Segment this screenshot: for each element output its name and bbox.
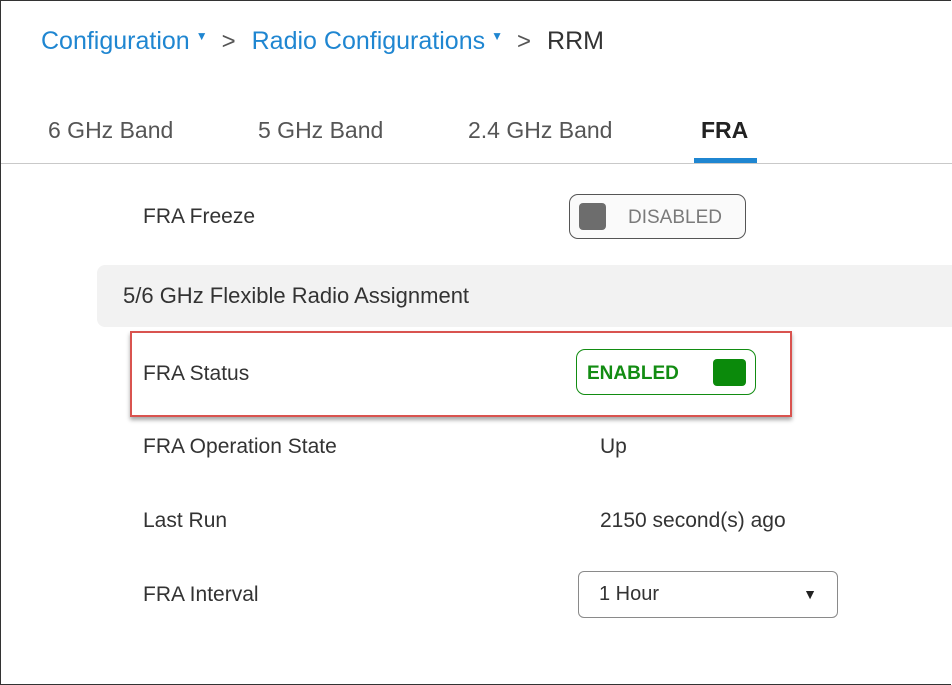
breadcrumb-radio-configurations-link[interactable]: Radio Configurations [252,27,485,56]
breadcrumb-configuration-link[interactable]: Configuration [41,27,190,56]
breadcrumb-separator: > [221,27,236,55]
fra-freeze-label: FRA Freeze [143,205,256,228]
breadcrumb: Configuration ▼ > Radio Configurations ▼… [41,27,604,56]
last-run-label: Last Run [143,509,228,532]
fra-interval-selected-value: 1 Hour [599,583,660,605]
toggle-knob [579,203,606,230]
page-frame: Configuration ▼ > Radio Configurations ▼… [0,0,952,685]
fra-interval-label: FRA Interval [143,583,259,606]
tab-5ghz-band[interactable]: 5 GHz Band [258,117,383,144]
fra-interval-select[interactable]: 1 Hour ▼ [578,571,838,618]
breadcrumb-current: RRM [547,27,604,55]
breadcrumb-separator: > [517,27,532,55]
section-header: 5/6 GHz Flexible Radio Assignment [97,265,952,327]
toggle-knob [713,359,746,386]
fra-status-toggle[interactable]: ENABLED [576,349,756,395]
tab-2-4ghz-band[interactable]: 2.4 GHz Band [468,117,612,144]
band-tabs: 6 GHz Band 5 GHz Band 2.4 GHz Band FRA [1,101,952,164]
fra-status-label: FRA Status [143,362,250,385]
fra-operation-state-label: FRA Operation State [143,435,337,458]
caret-down-icon[interactable]: ▼ [491,29,503,43]
tab-fra[interactable]: FRA [701,117,748,144]
fra-status-toggle-text: ENABLED [587,363,679,384]
caret-down-icon[interactable]: ▼ [196,29,208,43]
fra-freeze-toggle-text: DISABLED [628,207,722,228]
dropdown-arrow-icon[interactable]: ▼ [803,586,817,602]
tab-6ghz-band[interactable]: 6 GHz Band [48,117,173,144]
fra-freeze-toggle[interactable]: DISABLED [569,194,746,239]
fra-operation-state-value: Up [600,435,627,458]
last-run-value: 2150 second(s) ago [600,509,786,532]
section-title: 5/6 GHz Flexible Radio Assignment [123,283,470,308]
active-tab-indicator [694,158,757,163]
